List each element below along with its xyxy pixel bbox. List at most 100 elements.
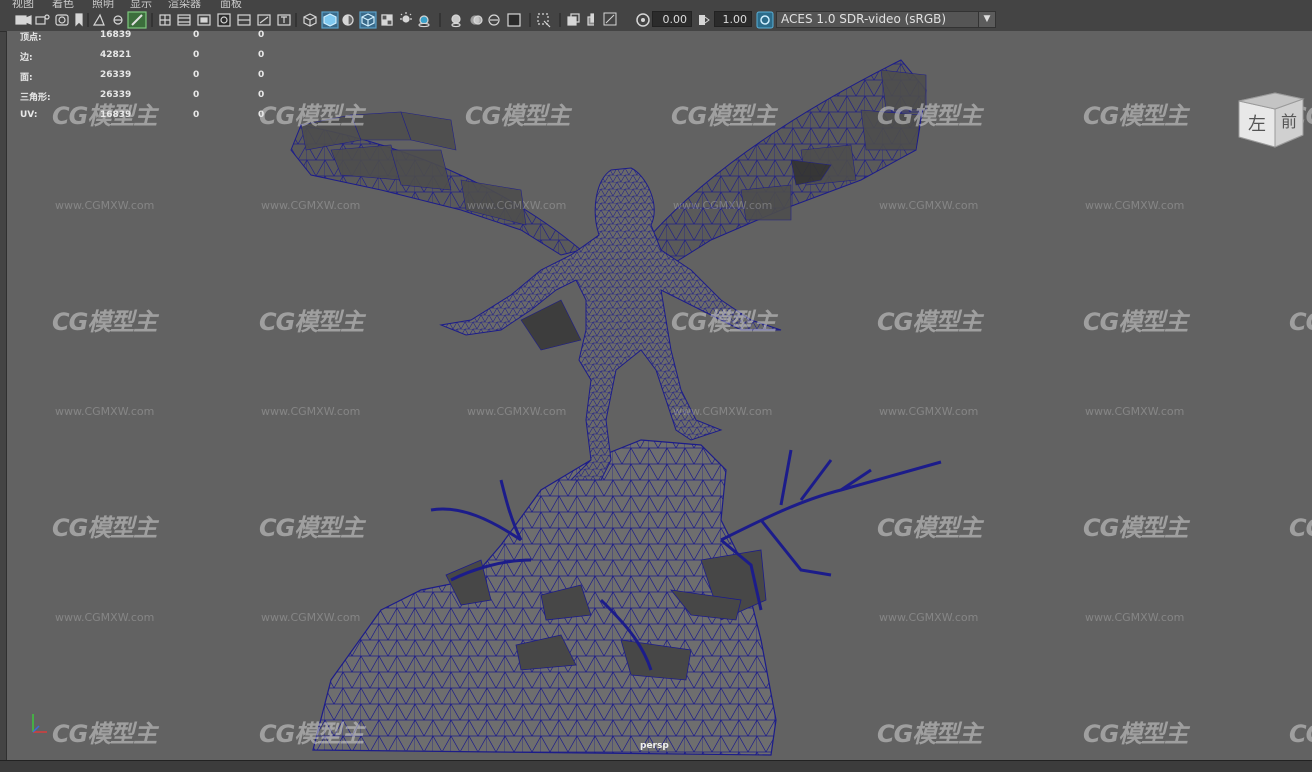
watermark-url: www.CGMXW.com xyxy=(55,611,155,624)
exposure-field[interactable]: 0.00 xyxy=(652,11,692,27)
menu-show[interactable]: 显示 xyxy=(130,0,152,8)
watermark-url: www.CGMXW.com xyxy=(879,611,979,624)
menu-panels[interactable]: 面板 xyxy=(220,0,242,8)
hud-label: 边: xyxy=(20,53,33,63)
hud-value: 0 xyxy=(258,50,265,60)
safe-action-icon[interactable] xyxy=(257,14,271,26)
gamma-field[interactable]: 1.00 xyxy=(714,11,752,27)
lights-icon[interactable] xyxy=(400,12,412,23)
hud-label: UV: xyxy=(20,110,38,120)
hud-value: 0 xyxy=(193,90,200,100)
xray-joints-icon[interactable] xyxy=(602,11,632,29)
hud-row-vertices: 顶点: 16839 0 0 xyxy=(14,30,274,43)
camera-icon[interactable] xyxy=(15,15,32,25)
watermark-logo: CG模型主 xyxy=(1289,720,1312,748)
color-space-dropdown[interactable]: ACES 1.0 SDR-video (sRGB) ▼ xyxy=(776,11,996,28)
perspective-viewport[interactable]: CG模型主 CG模型主 CG模型主 CG模型主 CG模型主 CG模型主 CG模型… xyxy=(6,31,1312,760)
lock-camera-icon[interactable] xyxy=(113,15,123,25)
watermark-logo: CG模型主 xyxy=(1083,514,1188,542)
left-wing-mesh xyxy=(290,111,583,256)
hud-label: 面: xyxy=(20,73,33,83)
hud-value: 0 xyxy=(193,110,200,120)
menu-shading[interactable]: 着色 xyxy=(52,0,74,8)
hud-row-edges: 边: 42821 0 0 xyxy=(14,50,274,63)
right-wing-mesh xyxy=(650,59,927,266)
watermark-logo: CG模型主 xyxy=(465,102,570,130)
watermark-url: www.CGMXW.com xyxy=(879,199,979,212)
select-camera-icon[interactable] xyxy=(92,13,105,26)
watermark-url: www.CGMXW.com xyxy=(673,199,773,212)
isolate-select-icon[interactable] xyxy=(567,13,580,26)
watermark-logo: CG模型主 xyxy=(1083,308,1188,336)
depth-of-field-icon[interactable] xyxy=(507,13,521,27)
watermark-logo: CG模型主 xyxy=(1289,514,1312,542)
watermark-url: www.CGMXW.com xyxy=(1085,405,1185,418)
watermark-url: www.CGMXW.com xyxy=(1085,199,1185,212)
hud-value: 0 xyxy=(193,30,200,40)
chevron-down-icon[interactable]: ▼ xyxy=(978,12,995,27)
hud-label: 顶点: xyxy=(20,33,42,43)
shadows-icon[interactable] xyxy=(418,15,430,28)
exposure-icon[interactable] xyxy=(634,11,654,29)
xray-active-icon[interactable] xyxy=(587,13,594,26)
watermark-logo: CG模型主 xyxy=(877,308,982,336)
safe-title-icon[interactable] xyxy=(277,14,291,26)
multisample-aa-icon[interactable] xyxy=(488,14,500,26)
camera-attributes-icon[interactable] xyxy=(35,14,50,25)
film-gate-icon[interactable] xyxy=(177,14,191,26)
menu-bar: 视图 着色 照明 显示 渲染器 面板 xyxy=(0,0,1312,8)
hud-value: 42821 xyxy=(100,50,132,60)
gate-mask-icon[interactable] xyxy=(217,13,231,27)
grid-icon[interactable] xyxy=(159,14,171,26)
hud-value: 16839 xyxy=(100,30,132,40)
camera-label: persp xyxy=(640,741,669,751)
watermark-logo: CG模型主 xyxy=(1083,102,1188,130)
watermark-logo: CG模型主 xyxy=(877,720,982,748)
menu-lighting[interactable]: 照明 xyxy=(92,0,114,8)
bookmark-icon[interactable] xyxy=(55,14,69,26)
watermark-url: www.CGMXW.com xyxy=(55,199,155,212)
view-cube[interactable]: 左 前 xyxy=(1235,91,1307,153)
watermark-logo: CG模型主 xyxy=(877,514,982,542)
watermark-url: www.CGMXW.com xyxy=(261,611,361,624)
field-chart-icon[interactable] xyxy=(237,14,251,26)
panel-toolbar: 0.00 1.00 ACES 1.0 SDR-video (sRGB) ▼ xyxy=(0,8,1312,32)
menu-renderer[interactable]: 渲染器 xyxy=(168,0,201,8)
watermark-url: www.CGMXW.com xyxy=(467,199,567,212)
toolbar-icons xyxy=(15,11,594,29)
menu-view[interactable]: 视图 xyxy=(12,0,34,8)
image-plane-icon[interactable] xyxy=(75,13,83,27)
watermark-url: www.CGMXW.com xyxy=(55,405,155,418)
watermark-logo: CG模型主 xyxy=(671,308,776,336)
hud-value: 0 xyxy=(258,70,265,80)
watermark-logo: CG模型主 xyxy=(259,308,364,336)
hud-row-triangles: 三角形: 26339 0 0 xyxy=(14,90,274,103)
watermark-logo: CG模型主 xyxy=(259,720,364,748)
watermark-logo: CG模型主 xyxy=(877,102,982,130)
color-space-value: ACES 1.0 SDR-video (sRGB) xyxy=(781,12,947,26)
watermark-url: www.CGMXW.com xyxy=(261,405,361,418)
wireframe-icon[interactable] xyxy=(303,13,317,27)
hud-value: 0 xyxy=(258,90,265,100)
viewcube-left-face[interactable]: 左 xyxy=(1248,114,1266,135)
watermark-logo: CG模型主 xyxy=(259,102,364,130)
watermark-url: www.CGMXW.com xyxy=(1085,611,1185,624)
wireframe-model xyxy=(32,59,942,756)
hud-row-faces: 面: 26339 0 0 xyxy=(14,70,274,83)
hud-row-uvs: UV: 16839 0 0 xyxy=(14,110,274,122)
hud-value: 0 xyxy=(193,70,200,80)
resolution-gate-icon[interactable] xyxy=(197,14,211,26)
xray-icon[interactable] xyxy=(537,13,551,28)
textured-icon[interactable] xyxy=(381,14,393,26)
gamma-icon[interactable] xyxy=(696,11,712,29)
color-management-icon[interactable] xyxy=(756,11,774,29)
screen-space-ao-icon[interactable] xyxy=(451,14,461,28)
hud-value: 16839 xyxy=(100,110,132,120)
motion-blur-icon[interactable] xyxy=(470,15,483,25)
watermark-logo: CG模型主 xyxy=(671,102,776,130)
viewcube-front-face[interactable]: 前 xyxy=(1281,112,1297,131)
axis-gizmo xyxy=(32,714,47,733)
default-material-icon[interactable] xyxy=(342,14,354,26)
hud-value: 0 xyxy=(258,30,265,40)
hud-label: 三角形: xyxy=(20,93,51,103)
